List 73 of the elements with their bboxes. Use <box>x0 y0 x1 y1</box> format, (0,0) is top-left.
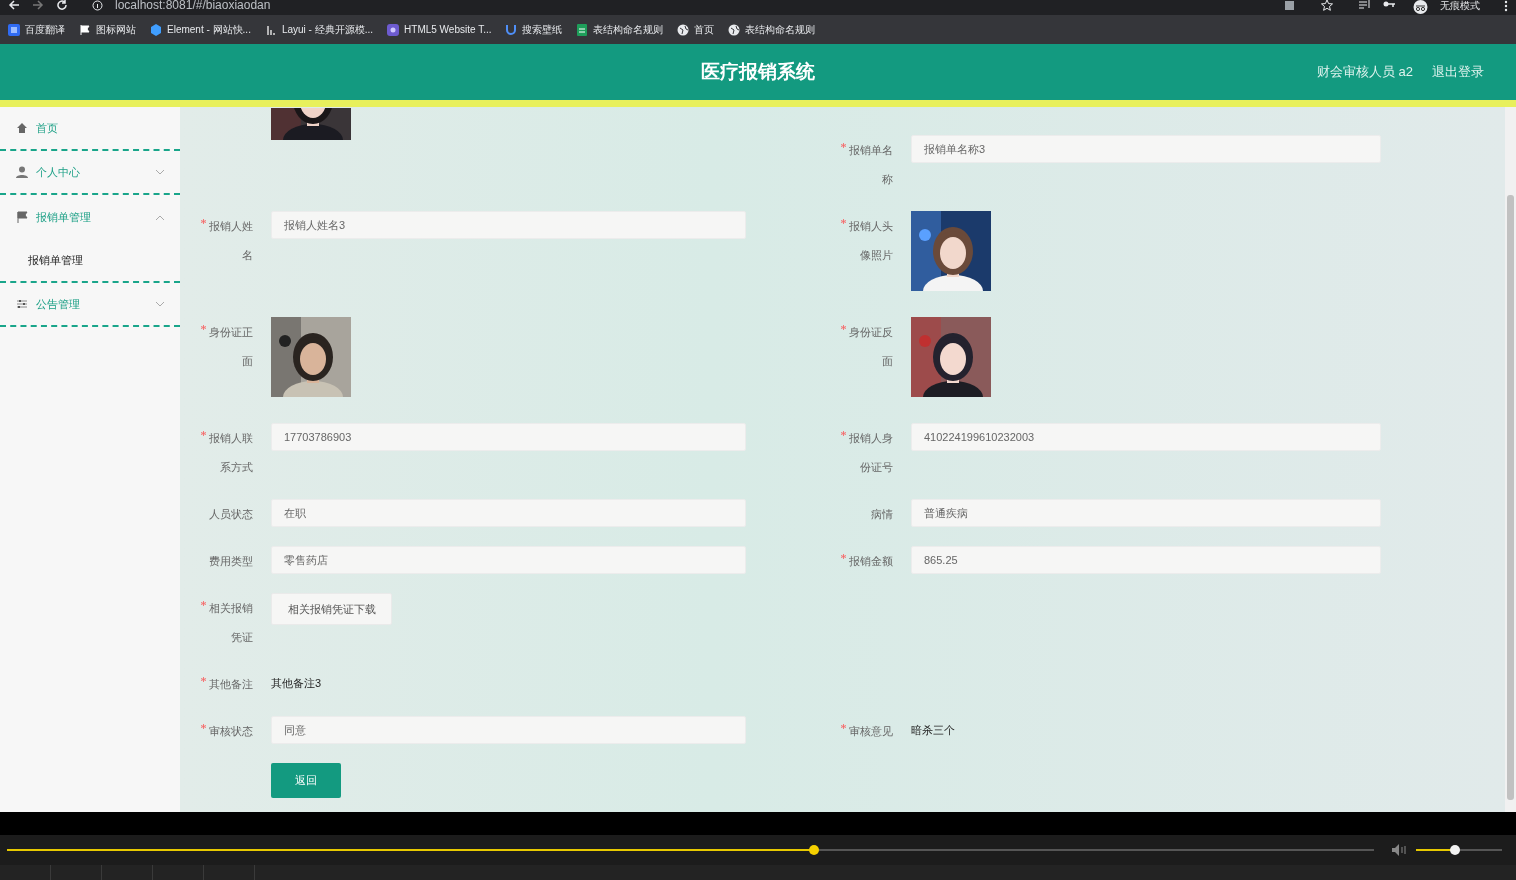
field-label: 报销单名称 <box>849 144 893 185</box>
field-label: 审核状态 <box>209 725 253 737</box>
hexagon-icon <box>150 23 162 36</box>
sidebar-item-label: 首页 <box>36 120 59 136</box>
magnet-icon <box>505 23 518 36</box>
bookmark-link[interactable]: Layui - 经典开源模... <box>281 22 374 37</box>
bookmark-link[interactable]: 表结构命名规则 <box>745 22 816 37</box>
field-label: 病情 <box>871 508 893 520</box>
user-name: 财会审核人员 a2 <box>1316 63 1413 81</box>
bars-icon <box>264 23 277 36</box>
sheet-icon <box>576 23 589 36</box>
globe-icon <box>728 23 741 36</box>
flag-icon <box>79 23 91 36</box>
globe-icon <box>677 23 690 36</box>
incognito-icon[interactable] <box>1413 0 1428 14</box>
bookmark-link[interactable]: 图标网站 <box>96 22 136 37</box>
field-label: 身份证反面 <box>849 326 893 367</box>
text-field[interactable]: 报销单名称3 <box>911 135 1381 163</box>
sidebar-item-label: 报销单管理 <box>36 209 92 225</box>
menu-icon[interactable] <box>1504 0 1508 12</box>
sidebar-item-label: 公告管理 <box>36 296 81 312</box>
field-label: 相关报销凭证 <box>209 602 253 643</box>
app-title: 医疗报销系统 <box>701 60 815 84</box>
user-icon <box>16 166 28 178</box>
download-button[interactable]: 相关报销凭证下载 <box>271 593 392 625</box>
sliders-icon <box>16 298 28 310</box>
playlist-icon[interactable] <box>1359 0 1371 11</box>
info-icon <box>92 0 103 11</box>
text-field[interactable]: 410224199610232003 <box>911 423 1381 451</box>
reload-icon[interactable] <box>56 0 68 11</box>
sidebar-subitem-label: 报销单管理 <box>28 252 83 268</box>
star-icon[interactable] <box>1321 0 1333 11</box>
scrollbar[interactable] <box>1505 107 1516 812</box>
field-value: 暗杀三个 <box>911 723 955 738</box>
text-field[interactable]: 同意 <box>271 716 746 744</box>
bookmark-link[interactable]: HTML5 Website T... <box>404 24 492 35</box>
bookmark-link[interactable]: 表结构命名规则 <box>593 22 664 37</box>
volume-icon[interactable] <box>1392 844 1408 856</box>
field-label: 报销人姓名 <box>209 220 253 261</box>
sidebar-subitem[interactable]: 报销单管理 <box>0 239 180 281</box>
profile-label: 无痕模式 <box>1440 0 1480 11</box>
back-icon[interactable] <box>8 0 20 11</box>
sidebar-item[interactable]: 报销单管理 <box>0 195 180 239</box>
slider-thumb[interactable] <box>1449 845 1460 855</box>
app-icon <box>387 23 400 36</box>
bookmark-link[interactable]: 首页 <box>694 22 715 37</box>
sidebar-item-label: 个人中心 <box>36 164 81 180</box>
field-value: 其他备注3 <box>271 676 322 691</box>
field-label: 费用类型 <box>209 555 253 567</box>
home-icon <box>16 122 28 134</box>
text-field[interactable]: 零售药店 <box>271 546 746 574</box>
bookmark-link[interactable]: 百度翻译 <box>25 22 65 37</box>
address-bar[interactable]: localhost:8081/#/biaoxiaodan <box>115 0 271 11</box>
field-label: 审核意见 <box>849 725 893 737</box>
field-label: 身份证正面 <box>209 326 253 367</box>
forward-icon[interactable] <box>32 0 44 11</box>
bookmark-link[interactable]: Element - 网站快... <box>167 22 251 37</box>
slider-thumb[interactable] <box>808 845 819 855</box>
text-field[interactable]: 865.25 <box>911 546 1381 574</box>
text-field[interactable]: 报销人姓名3 <box>271 211 746 239</box>
field-label: 其他备注 <box>209 678 253 690</box>
field-label: 报销金额 <box>849 555 893 567</box>
logout-link[interactable]: 退出登录 <box>1432 63 1484 81</box>
flag-icon <box>16 211 28 223</box>
field-label: 报销人身份证号 <box>849 432 893 473</box>
field-label: 人员状态 <box>209 508 253 520</box>
text-field[interactable]: 在职 <box>271 499 746 527</box>
field-label: 报销人联系方式 <box>209 432 253 473</box>
field-label: 报销人头像照片 <box>849 220 893 261</box>
text-field[interactable]: 普通疾病 <box>911 499 1381 527</box>
bookmark-link[interactable]: 搜索壁纸 <box>522 22 563 37</box>
text-field[interactable]: 17703786903 <box>271 423 746 451</box>
back-button[interactable]: 返回 <box>271 763 341 798</box>
